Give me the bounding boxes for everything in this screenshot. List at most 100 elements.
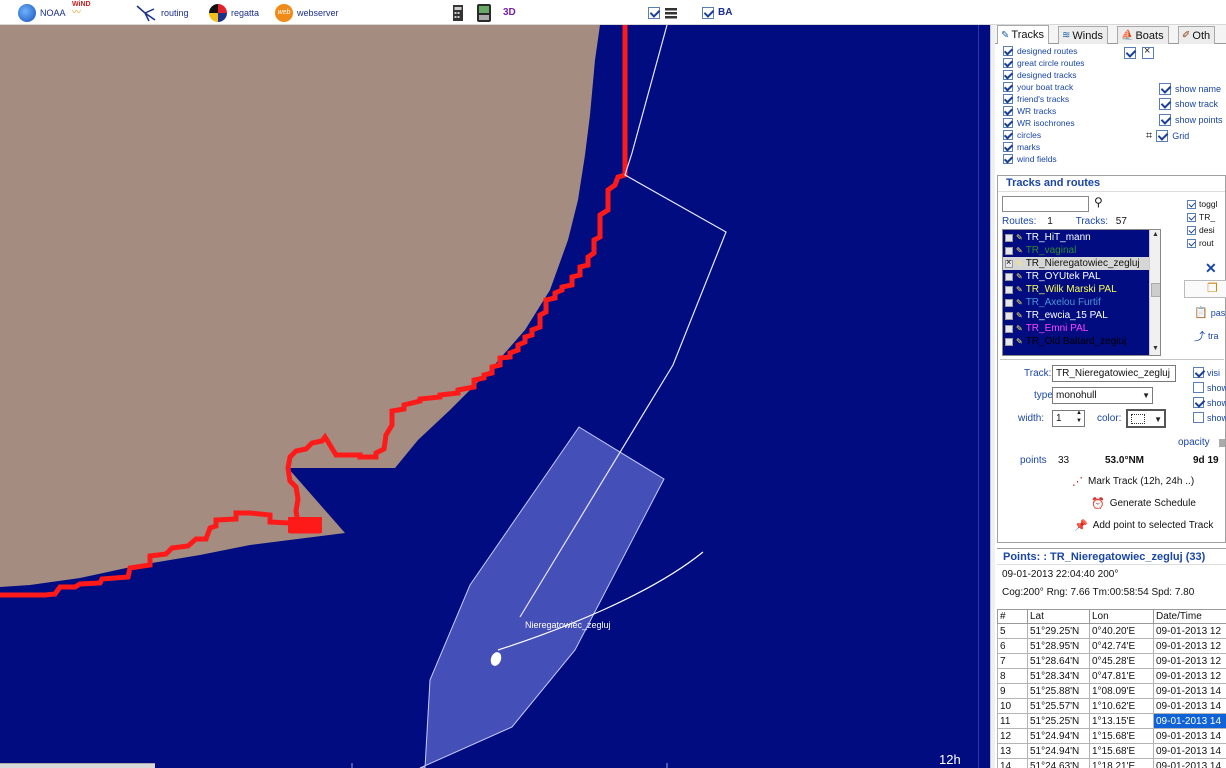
show-points-checkbox[interactable] <box>1159 114 1171 126</box>
routing-button[interactable]: routing <box>135 2 189 23</box>
mini-option-routes[interactable]: rout <box>1187 237 1214 249</box>
transfer-action[interactable]: ⤴ tra <box>1194 328 1219 344</box>
layers-toggle[interactable] <box>648 2 678 23</box>
device-button[interactable] <box>474 2 494 23</box>
track-list-item[interactable]: ✎ TR_Wilk Marski PAL <box>1003 283 1149 296</box>
visible-option[interactable]: visi <box>1193 366 1220 379</box>
map-canvas[interactable] <box>0 25 990 768</box>
track-name-field[interactable]: TR_Nieregatowiec_zegluj <box>1052 365 1176 382</box>
mark-track-button[interactable]: ⋰ Mark Track (12h, 24h ..) <box>1072 475 1194 488</box>
calculator-button[interactable] <box>451 2 465 23</box>
tab-winds[interactable]: ≋ Winds <box>1058 26 1108 44</box>
map-view[interactable]: Nieregatowiec_zegluj 12h <box>0 25 990 768</box>
delete-track-icon[interactable]: ✕ <box>1205 260 1217 277</box>
track-visible-checkbox[interactable] <box>1005 337 1013 346</box>
layer-checkbox[interactable] <box>1003 70 1013 80</box>
col-header-num[interactable]: # <box>997 609 1028 624</box>
edit-pencil-icon[interactable]: ✎ <box>1016 285 1023 294</box>
track-search-input[interactable] <box>1002 196 1089 212</box>
edit-pencil-icon[interactable]: ✎ <box>1016 259 1023 268</box>
track-list-item[interactable]: ✎ TR_Emni PAL <box>1003 322 1149 335</box>
track-visible-checkbox[interactable] <box>1005 324 1013 333</box>
show-checkbox-1[interactable] <box>1193 382 1204 393</box>
scroll-down-icon[interactable]: ▼ <box>1152 345 1159 352</box>
mini-checkbox[interactable] <box>1187 212 1196 222</box>
layer-checkbox[interactable] <box>1003 130 1013 140</box>
edit-pencil-icon[interactable]: ✎ <box>1016 337 1023 346</box>
show-track-checkbox[interactable] <box>1159 98 1171 110</box>
col-header-lon[interactable]: Lon <box>1089 609 1154 624</box>
paste-action[interactable]: 📋 pas <box>1194 306 1225 319</box>
visible-checkbox[interactable] <box>1193 367 1204 378</box>
layer-checkbox[interactable] <box>1003 154 1013 164</box>
layers-checkbox[interactable] <box>648 6 660 19</box>
show-checkbox-2[interactable] <box>1193 397 1204 408</box>
webserver-button[interactable]: web webserver <box>275 2 339 23</box>
table-row[interactable]: 6 51°28.95'N 0°42.74'E 09-01-2013 12 <box>997 638 1226 654</box>
binoculars-search-icon[interactable]: ⚲ <box>1094 195 1103 209</box>
color-picker[interactable]: ▼ <box>1126 409 1166 428</box>
track-list-item[interactable]: ✎TR_Nieregatowiec_zegluj <box>1003 257 1149 270</box>
mini-option-toggle[interactable]: toggl <box>1187 198 1217 210</box>
layer-your-boat-track[interactable]: your boat track <box>1003 81 1073 93</box>
noaa-button[interactable]: NOAA <box>18 2 66 23</box>
table-row[interactable]: 5 51°29.25'N 0°40.20'E 09-01-2013 12 <box>997 623 1226 639</box>
wind-button[interactable]: WiND 〰 <box>72 1 91 22</box>
show-checkbox-3[interactable] <box>1193 412 1204 423</box>
layer-extra-checkbox[interactable] <box>1124 47 1136 59</box>
col-header-lat[interactable]: Lat <box>1027 609 1090 624</box>
mini-option-tr[interactable]: TR_ <box>1187 211 1215 223</box>
table-row[interactable]: 11 51°25.25'N 1°13.15'E 09-01-2013 14 <box>997 713 1226 729</box>
layer-designed-routes[interactable]: designed routes <box>1003 45 1078 57</box>
table-row[interactable]: 12 51°24.94'N 1°15.68'E 09-01-2013 14 <box>997 728 1226 744</box>
add-point-button[interactable]: 📌 Add point to selected Track <box>1074 519 1213 532</box>
layer-designed-tracks[interactable]: designed tracks <box>1003 69 1077 81</box>
track-list[interactable]: ✎TR_HiT_mann✎TR_vaginal✎TR_Nieregatowiec… <box>1002 229 1161 356</box>
layer-friends-tracks[interactable]: friend's tracks <box>1003 93 1069 105</box>
layer-checkbox[interactable] <box>1003 46 1013 56</box>
ba-toggle[interactable]: BA <box>702 2 732 23</box>
layer-checkbox[interactable] <box>1003 106 1013 116</box>
points-table[interactable]: # Lat Lon Date/Time 5 51°29.25'N 0°40.20'E… <box>997 609 1226 768</box>
table-row[interactable]: 13 51°24.94'N 1°15.68'E 09-01-2013 14 <box>997 743 1226 759</box>
show-option-3[interactable]: show <box>1193 411 1226 424</box>
track-visible-checkbox[interactable] <box>1005 233 1013 242</box>
layer-circles[interactable]: circles <box>1003 129 1041 141</box>
edit-pencil-icon[interactable]: ✎ <box>1016 298 1023 307</box>
table-row[interactable]: 14 51°24.63'N 1°18.21'E 09-01-2013 14 <box>997 758 1226 768</box>
edit-pencil-icon[interactable]: ✎ <box>1016 233 1023 242</box>
show-points-option[interactable]: show points <box>1159 113 1223 127</box>
table-row[interactable]: 9 51°25.88'N 1°08.09'E 09-01-2013 14 <box>997 683 1226 699</box>
edit-pencil-icon[interactable]: ✎ <box>1016 311 1023 320</box>
track-list-item[interactable]: ✎ TR_Old Baltard_zegluj <box>1003 335 1149 348</box>
type-select[interactable]: monohull ▼ <box>1052 387 1153 404</box>
table-row[interactable]: 8 51°28.34'N 0°47.81'E 09-01-2013 12 <box>997 668 1226 684</box>
layer-wind-fields[interactable]: wind fields <box>1003 153 1057 165</box>
track-visible-checkbox[interactable] <box>1005 311 1013 320</box>
regatta-button[interactable]: regatta <box>209 2 259 23</box>
track-list-item[interactable]: ✎ TR_ewcia_15 PAL <box>1003 309 1149 322</box>
layer-checkbox[interactable] <box>1003 94 1013 104</box>
scroll-thumb[interactable] <box>1151 283 1160 297</box>
col-header-datetime[interactable]: Date/Time <box>1153 609 1226 624</box>
layer-marks[interactable]: marks <box>1003 141 1040 153</box>
layer-checkbox[interactable] <box>1003 142 1013 152</box>
tab-boats[interactable]: ⛵ Boats <box>1117 26 1169 44</box>
layer-checkbox[interactable] <box>1003 58 1013 68</box>
show-name-option[interactable]: show name <box>1159 82 1221 96</box>
edit-pencil-icon[interactable]: ✎ <box>1016 272 1023 281</box>
layer-wr-tracks[interactable]: WR tracks <box>1003 105 1056 117</box>
layer-great-circle-routes[interactable]: great circle routes <box>1003 57 1085 69</box>
3d-button[interactable]: 3D <box>503 2 516 23</box>
layer-wr-isochrones[interactable]: WR isochrones <box>1003 117 1075 129</box>
track-visible-checkbox[interactable] <box>1005 272 1013 281</box>
show-option-2[interactable]: show <box>1193 396 1226 409</box>
grid-option[interactable]: ⌗ Grid <box>1146 129 1189 143</box>
show-track-option[interactable]: show track <box>1159 97 1218 111</box>
track-visible-checkbox[interactable] <box>1005 257 1013 268</box>
track-visible-checkbox[interactable] <box>1005 246 1013 255</box>
grid-checkbox[interactable] <box>1156 130 1169 142</box>
show-option-1[interactable]: show <box>1193 381 1226 394</box>
layer-checkbox[interactable] <box>1003 118 1013 128</box>
edit-pencil-icon[interactable]: ✎ <box>1016 324 1023 333</box>
